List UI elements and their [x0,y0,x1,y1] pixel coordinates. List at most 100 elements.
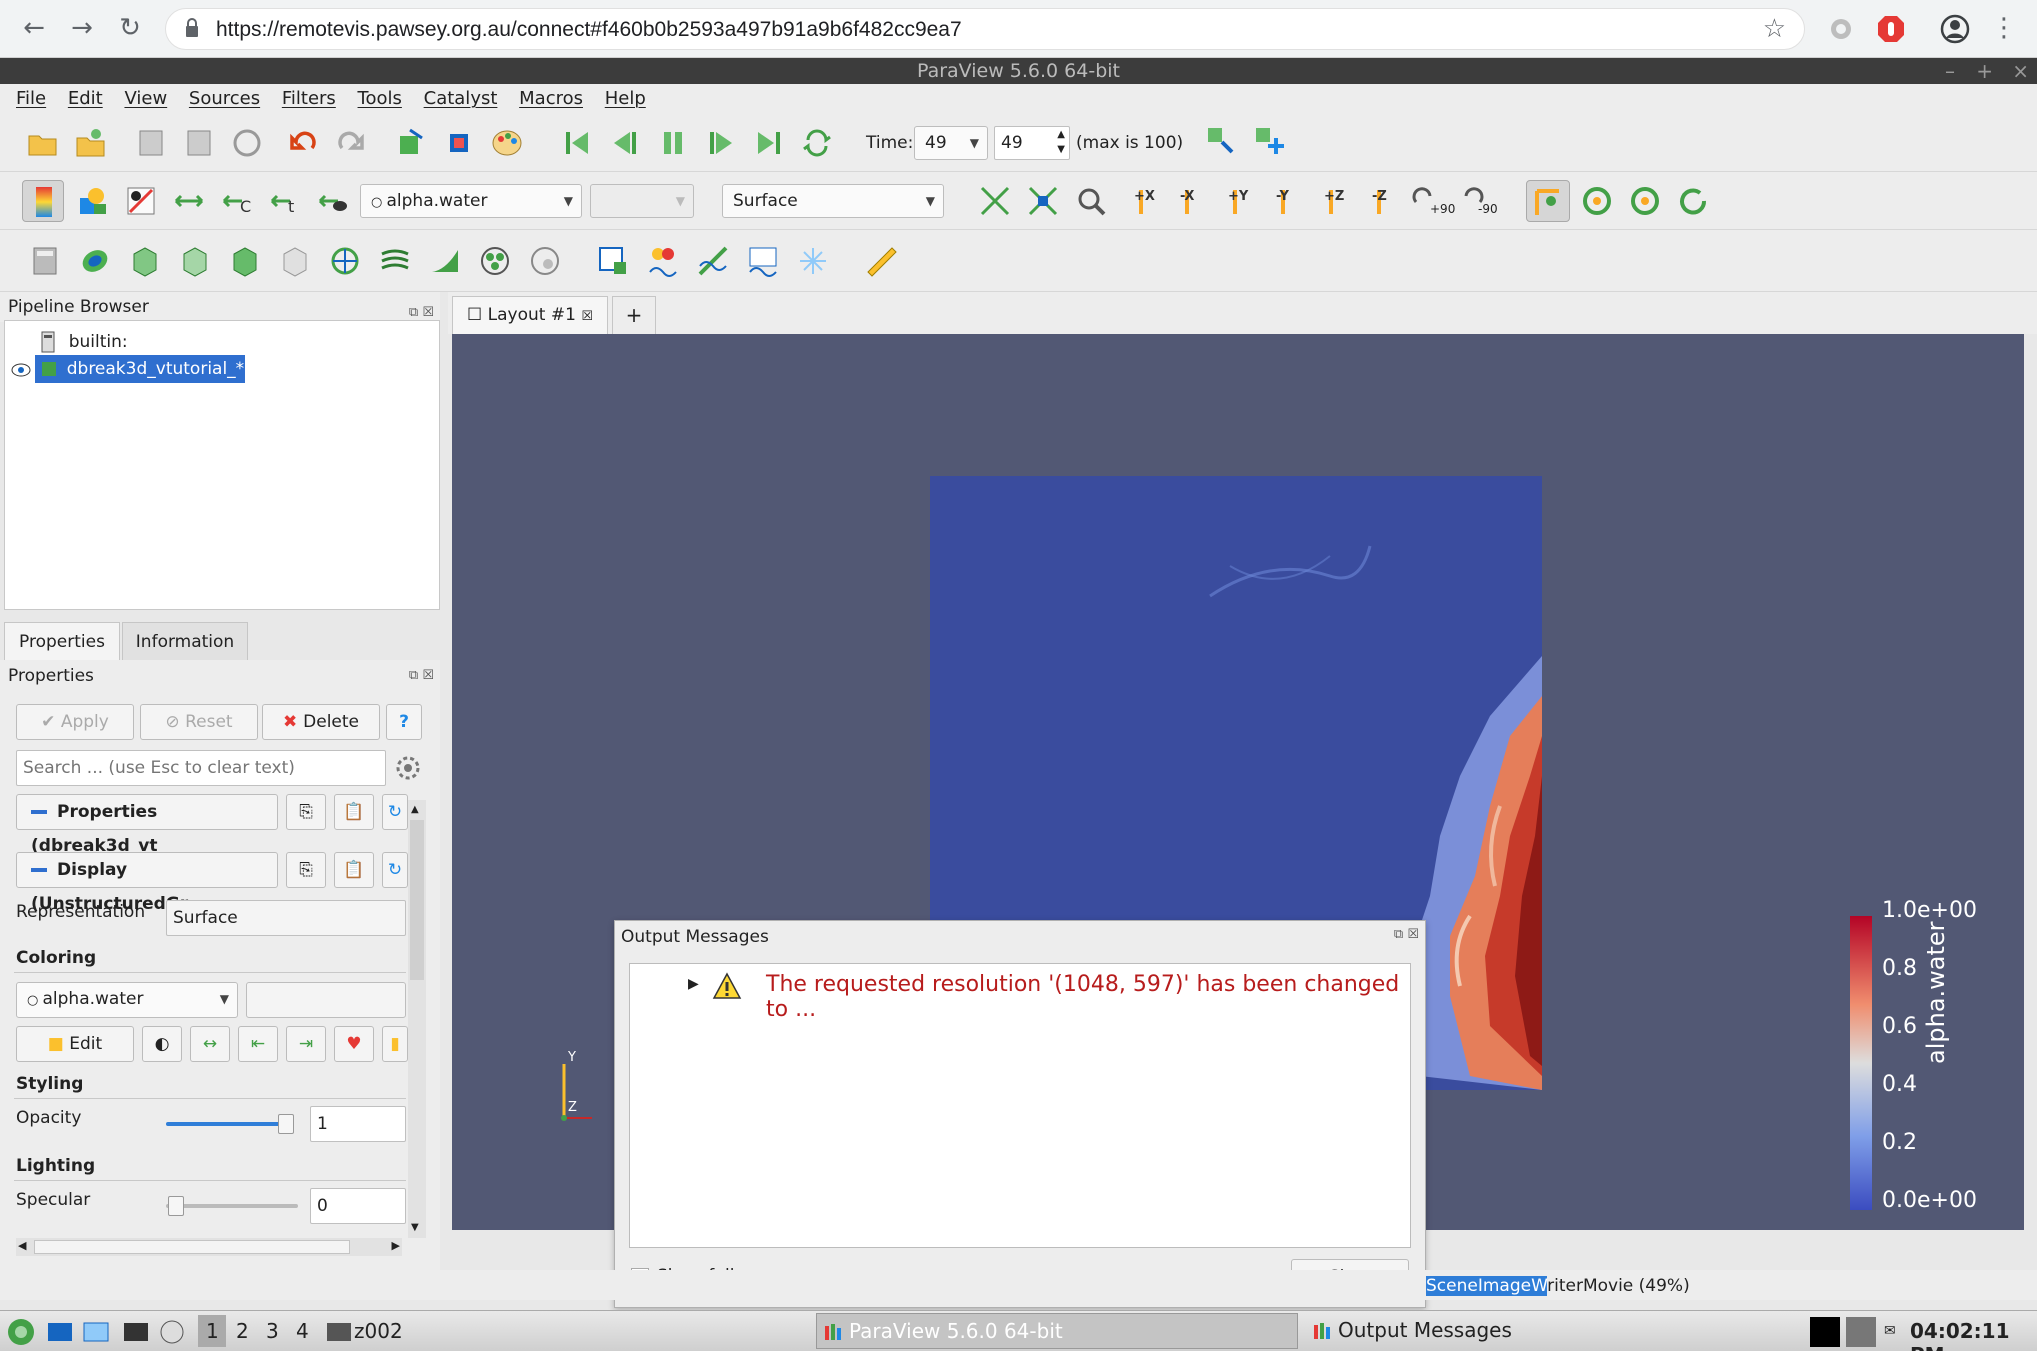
color-array-combo[interactable]: ○ alpha.water ▼ [360,184,582,218]
opacity-slider[interactable] [166,1122,288,1126]
taskbar-paraview-window[interactable]: ParaView 5.6.0 64-bit [816,1313,1298,1349]
plot-over-line-icon[interactable] [696,244,730,278]
back-arrow-icon[interactable]: ← [16,10,52,46]
start-menu-icon[interactable] [6,1317,36,1347]
plot-selection-icon[interactable] [596,244,630,278]
interaction-mode-button[interactable] [1526,180,1570,222]
adblock-icon[interactable] [1876,14,1906,44]
account-icon[interactable] [1940,14,1970,44]
taskbar-output-window[interactable]: Output Messages [1306,1313,1792,1349]
rescale-temporal-range-icon[interactable]: t [268,184,302,218]
specular-slider[interactable] [166,1204,298,1208]
tray-network-icon[interactable] [1846,1317,1876,1347]
reload-icon[interactable]: ↻ [112,10,148,46]
bookmark-star-icon[interactable]: ☆ [1763,14,1786,44]
tab-layout-1[interactable]: ☐ Layout #1 ☒ [452,296,608,334]
previous-frame-icon[interactable] [608,126,642,160]
forward-arrow-icon[interactable]: → [64,10,100,46]
pipeline-item-builtin[interactable]: builtin: [41,331,128,353]
ruler-icon[interactable] [864,244,898,278]
probe-location-icon[interactable] [796,244,830,278]
menu-help[interactable]: Help [605,84,646,109]
rescale-custom-button[interactable]: ⇤ [238,1026,278,1062]
contour-icon[interactable] [78,244,112,278]
menu-filters[interactable]: Filters [282,84,336,109]
minimize-button[interactable]: – [1945,58,1955,84]
copy-properties-button[interactable]: ⎘ [286,794,326,830]
maximize-button[interactable]: + [1976,58,1993,84]
view-plus-x-icon[interactable]: +X [1124,184,1158,218]
specular-input[interactable]: 0 [310,1188,406,1224]
stream-tracer-icon[interactable] [378,244,412,278]
pipeline-item-dataset[interactable]: dbreak3d_vtutorial_* [35,355,245,383]
copy-display-button[interactable]: ⎘ [286,852,326,888]
center-axes-icon[interactable] [442,126,476,160]
menu-file[interactable]: File [16,84,46,109]
histogram-icon[interactable] [746,244,780,278]
eye-visible-icon[interactable] [11,363,31,377]
properties-horizontal-scrollbar[interactable]: ◀ ▶ [16,1238,402,1256]
scroll-up-icon[interactable]: ▲ [411,804,419,815]
calculator-icon[interactable] [28,244,62,278]
browser-globe-icon[interactable] [158,1319,186,1345]
menu-sources[interactable]: Sources [189,84,260,109]
view-plus-y-icon[interactable]: +Y [1218,184,1252,218]
slice-icon[interactable] [178,244,212,278]
workspace-3[interactable]: 3 [266,1319,279,1343]
opacity-input[interactable]: 1 [310,1106,406,1142]
show-colorbar-button[interactable]: ▮ [382,1026,408,1062]
rotate-plus-90-button[interactable]: +90 [1410,184,1455,218]
terminal-icon[interactable] [122,1319,150,1345]
rotate-view-icon[interactable] [1580,184,1614,218]
invert-colormap-icon[interactable] [124,184,158,218]
opacity-slider-handle[interactable] [278,1114,294,1134]
coloring-component-select[interactable] [246,982,406,1018]
rescale-range-button[interactable]: ↔ [190,1026,230,1062]
pause-icon[interactable] [656,126,690,160]
save-state-icon[interactable] [182,126,216,160]
reset-button[interactable]: ⊘ Reset [140,704,258,740]
representation-combo[interactable]: Surface ▼ [722,184,944,218]
menu-macros[interactable]: Macros [519,84,583,109]
paste-display-button[interactable]: 📋 [334,852,374,888]
open-state-icon[interactable] [74,126,108,160]
rescale-data-range-icon[interactable] [172,184,206,218]
tray-mail-icon[interactable]: ✉ [1884,1323,1896,1339]
add-selection-icon[interactable] [1252,124,1286,158]
scrollbar-thumb[interactable] [34,1240,350,1254]
properties-search-input[interactable] [16,750,386,786]
plot-over-time-icon[interactable] [646,244,680,278]
menu-view[interactable]: View [124,84,167,109]
close-tab-icon[interactable]: ☒ [581,309,593,324]
scroll-left-icon[interactable]: ◀ [18,1239,26,1252]
color-palette-icon[interactable] [490,126,524,160]
rescale-visible-range-icon[interactable] [316,184,350,218]
clip-icon[interactable] [128,244,162,278]
gear-icon[interactable] [394,754,422,782]
zoom-to-data-icon[interactable] [1026,184,1060,218]
component-combo[interactable]: ▼ [590,184,694,218]
open-folder-icon[interactable] [26,126,60,160]
save-data-icon[interactable] [134,126,168,160]
camera-reset-icon[interactable] [394,126,428,160]
zoom-to-box-icon[interactable] [1074,184,1108,218]
loop-icon[interactable] [800,126,834,160]
tray-monitor-icon[interactable] [1810,1317,1840,1347]
display-section-toggle[interactable]: Display (UnstructuredGr [16,852,278,914]
dialog-dock-close-icons[interactable]: ⧉ ☒ [1394,927,1419,942]
glyph-icon[interactable] [328,244,362,278]
representation-select[interactable]: Surface [166,900,406,936]
apply-button[interactable]: ✔ Apply [16,704,134,740]
choose-preset-button[interactable]: ♥ [334,1026,374,1062]
invert-colormap-button[interactable]: ◐ [142,1026,182,1062]
undo-icon[interactable] [286,126,320,160]
redo-icon[interactable] [334,126,368,160]
tab-information[interactable]: Information [122,622,248,660]
delete-button[interactable]: ✖ Delete [262,704,380,740]
specular-slider-handle[interactable] [168,1196,184,1216]
extract-level-icon[interactable] [528,244,562,278]
properties-section-toggle[interactable]: Properties (dbreak3d_vt [16,794,278,856]
group-datasets-icon[interactable] [478,244,512,278]
properties-vertical-scrollbar[interactable]: ▲ ▼ [408,800,426,1238]
warning-message[interactable]: The requested resolution '(1048, 597)' h… [766,972,1410,1022]
